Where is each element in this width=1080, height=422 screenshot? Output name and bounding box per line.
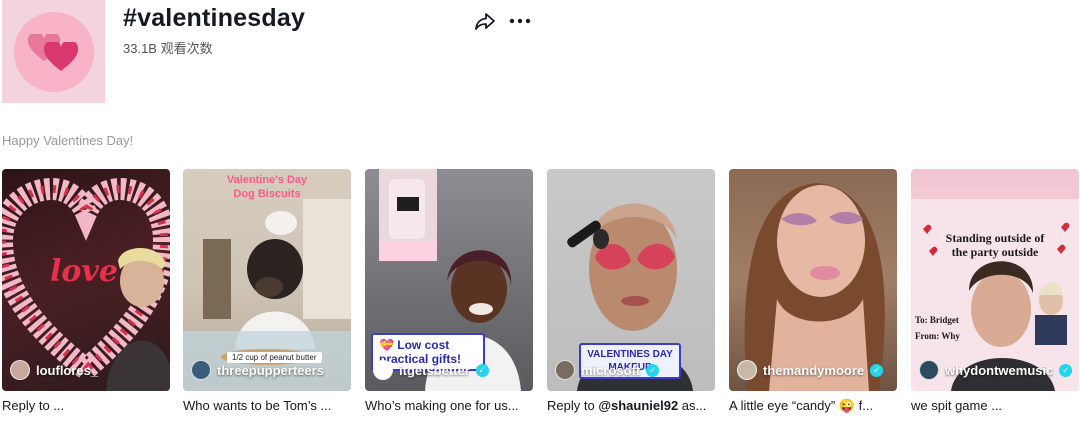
overlay-title-text: Valentine's Day Dog Biscuits [226, 174, 308, 200]
video-thumbnail[interactable]: themandymoore ✓ [729, 169, 897, 391]
more-dots-icon[interactable] [508, 10, 532, 32]
username: louflores_ [36, 362, 99, 378]
video-card[interactable]: Standing outside of the party outside To… [911, 169, 1079, 413]
hashtag-description: Happy Valentines Day! [2, 133, 134, 148]
video-caption[interactable]: Reply to ... [2, 398, 170, 413]
video-thumbnail[interactable]: Valentine's Day Dog Biscuits 1/2 cup of … [183, 169, 351, 391]
video-owner[interactable]: whydontwemusic ✓ [919, 359, 1073, 381]
video-thumbnail[interactable]: VALENTINES DAY MAKEUP microsoft ✓ [547, 169, 715, 391]
caption-suffix: as... [678, 398, 707, 413]
avatar [737, 360, 757, 380]
hearts-badge [13, 11, 94, 92]
paper-to: To: Bridget [915, 315, 959, 325]
video-caption[interactable]: Who wants to be Tom’s ... [183, 398, 351, 413]
username: threepupperteers [217, 362, 324, 378]
hashtag-title: #valentinesday [123, 4, 306, 32]
avatar [919, 360, 939, 380]
video-grid: love louflores_ Reply to ... Valentine's… [2, 169, 1080, 419]
avatar [10, 360, 30, 380]
video-caption[interactable]: Reply to @shauniel92 as... [547, 398, 715, 413]
paper-headline: Standing outside of the party outside [945, 231, 1045, 259]
svg-text:love: love [50, 254, 118, 289]
video-caption[interactable]: we spit game ... [911, 398, 1079, 413]
hashtag-cover [2, 0, 105, 103]
video-caption[interactable]: Who’s making one for us... [365, 398, 533, 413]
verified-badge-icon: ✓ [646, 363, 660, 377]
video-owner[interactable]: itgetsbetter ✓ [373, 359, 489, 381]
video-caption[interactable]: A little eye “candy” 😜 f... [729, 398, 897, 414]
avatar [555, 360, 575, 380]
verified-badge-icon: ✓ [1059, 363, 1073, 377]
video-thumbnail[interactable]: 💝 Low cost practical gifts! itgetsbetter… [365, 169, 533, 391]
username: microsoft [581, 362, 641, 378]
video-card[interactable]: love louflores_ Reply to ... [2, 169, 170, 413]
video-owner[interactable]: microsoft ✓ [555, 359, 660, 381]
mention-link[interactable]: @shauniel92 [598, 398, 678, 413]
avatar [191, 360, 211, 380]
video-card[interactable]: 💝 Low cost practical gifts! itgetsbetter… [365, 169, 533, 413]
username: itgetsbetter [399, 362, 470, 378]
video-thumbnail[interactable]: love louflores_ [2, 169, 170, 391]
video-card[interactable]: Valentine's Day Dog Biscuits 1/2 cup of … [183, 169, 351, 413]
caption-prefix: Reply to [547, 398, 599, 413]
video-thumbnail[interactable]: Standing outside of the party outside To… [911, 169, 1079, 391]
video-owner[interactable]: threepupperteers [191, 359, 324, 381]
paper-from: From: Why [915, 331, 960, 341]
video-card[interactable]: VALENTINES DAY MAKEUP microsoft ✓ Reply … [547, 169, 715, 413]
username: themandymoore [763, 362, 865, 378]
video-owner[interactable]: themandymoore ✓ [737, 359, 884, 381]
overlay-title: Valentine's Day Dog Biscuits [183, 173, 351, 201]
share-arrow-icon[interactable] [474, 10, 496, 32]
video-card[interactable]: themandymoore ✓ A little eye “candy” 😜 f… [729, 169, 897, 414]
username: whydontwemusic [945, 362, 1054, 378]
verified-badge-icon: ✓ [475, 363, 489, 377]
heart-icon [43, 41, 78, 72]
avatar [373, 360, 393, 380]
view-count: 33.1B 观看次数 [123, 41, 213, 56]
video-owner[interactable]: louflores_ [10, 359, 98, 381]
verified-badge-icon: ✓ [870, 363, 884, 377]
